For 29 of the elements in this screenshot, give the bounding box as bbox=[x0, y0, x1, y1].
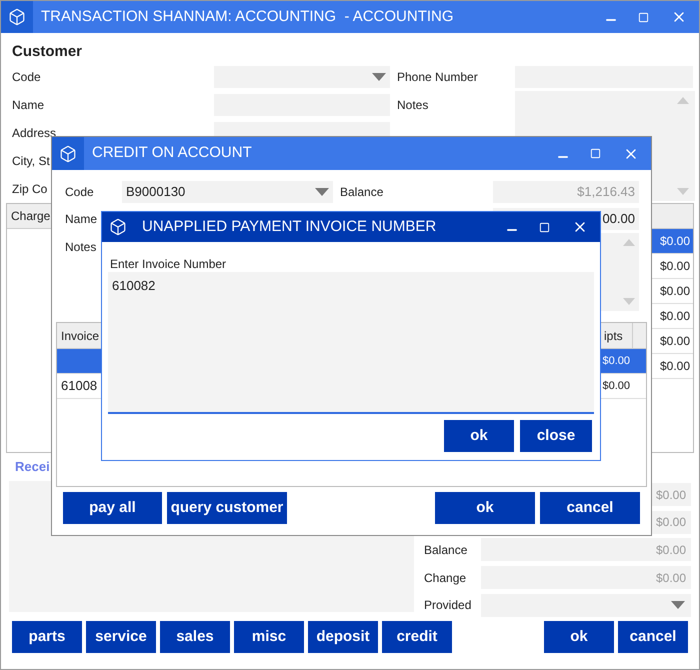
field-label: Provided bbox=[424, 597, 472, 614]
field-label: Address bbox=[12, 126, 56, 140]
field-label: Zip Co bbox=[12, 182, 48, 196]
field-label: Name bbox=[12, 98, 44, 112]
table-cell-text: $0.00 bbox=[602, 354, 630, 369]
amount-field: $0.00 bbox=[481, 538, 691, 562]
table-cell-text: $0.00 bbox=[602, 378, 630, 394]
window-title: TRANSACTION SHANNAM: ACCOUNTING - ACCOUNTING bbox=[41, 6, 455, 27]
field-label: Balance bbox=[424, 542, 468, 559]
field-label: Notes bbox=[397, 97, 430, 114]
field-label: Name bbox=[65, 211, 98, 228]
column-header: Invoice bbox=[60, 328, 100, 344]
window-title: CREDIT ON ACCOUNT bbox=[92, 143, 253, 164]
field-label: City, St bbox=[12, 154, 50, 168]
section-label: Recei bbox=[14, 458, 51, 476]
field-label: Balance bbox=[340, 184, 384, 201]
field-label: Phone Number bbox=[397, 69, 479, 86]
field-label: Code bbox=[65, 184, 95, 201]
window-title: UNAPPLIED PAYMENT INVOICE NUMBER bbox=[142, 216, 438, 237]
field-label: Change bbox=[424, 570, 468, 587]
column-header: ipts bbox=[604, 328, 623, 342]
column-header: Charge bbox=[10, 208, 52, 225]
amount-field: $0.00 bbox=[481, 566, 691, 590]
field-label: Enter Invoice Number bbox=[109, 256, 228, 272]
table-cell-text: 61008 bbox=[60, 377, 98, 396]
field-label: Notes bbox=[65, 239, 98, 256]
amount-field: $1,216.43 bbox=[493, 181, 639, 203]
field-label: Code bbox=[12, 70, 41, 84]
section-heading: Customer bbox=[11, 42, 84, 62]
